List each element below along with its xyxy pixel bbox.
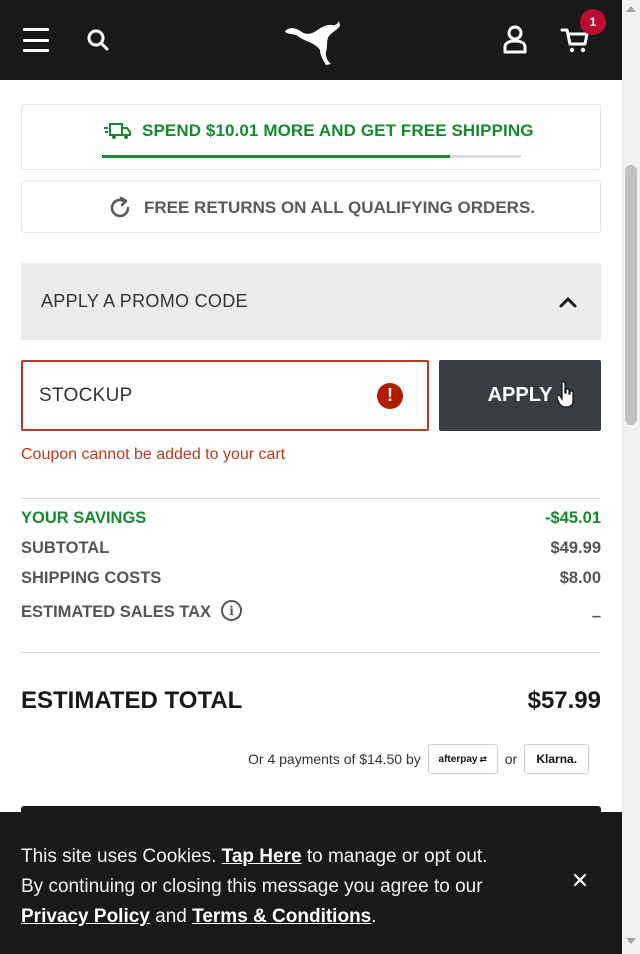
estimated-total-value: $57.99 [527, 687, 601, 714]
cookie-banner: This site uses Cookies. Tap Here to mana… [0, 812, 622, 954]
summary-divider-top [21, 498, 601, 499]
page-scrollbar[interactable] [622, 0, 640, 954]
afterpay-badge[interactable]: afterpay ⇄ [427, 744, 498, 774]
apply-promo-button[interactable]: APPLY [439, 360, 601, 431]
shipping-progress-fill [102, 155, 450, 158]
promo-error-message: Coupon cannot be added to your cart [21, 446, 286, 463]
scrollbar-thumb[interactable] [625, 165, 637, 425]
site-header [0, 0, 622, 80]
promo-code-title: APPLY A PROMO CODE [41, 291, 248, 311]
scroll-up-icon[interactable] [626, 6, 636, 12]
chevron-up-icon[interactable] [559, 296, 577, 308]
privacy-policy-link[interactable]: Privacy Policy [21, 906, 150, 927]
sales-tax-row: ESTIMATED SALES TAX i – [21, 599, 601, 626]
cookie-consent-text: By continuing or closing this message yo… [21, 876, 483, 897]
shipping-costs-row: SHIPPING COSTS $8.00 [21, 569, 601, 588]
estimated-total-label: ESTIMATED TOTAL [21, 687, 243, 714]
subtotal-row: SUBTOTAL $49.99 [21, 539, 601, 558]
cookie-text-prefix: This site uses Cookies. [21, 846, 222, 867]
cookie-message: This site uses Cookies. Tap Here to mana… [21, 842, 541, 932]
summary-divider-bottom [21, 652, 601, 653]
apply-button-label: APPLY [487, 384, 553, 406]
cookie-text-suffix: to manage or opt out. [301, 846, 488, 867]
scroll-down-icon[interactable] [626, 938, 636, 944]
free-shipping-banner: SPEND $10.01 MORE AND GET FREE SHIPPING [21, 104, 601, 170]
savings-row: YOUR SAVINGS -$45.01 [21, 509, 601, 528]
subtotal-value: $49.99 [550, 539, 601, 557]
sales-tax-value: – [591, 607, 601, 625]
savings-value: -$45.01 [545, 509, 601, 527]
installments-text: Or 4 payments of $14.50 by [248, 751, 421, 767]
hand-cursor-icon [557, 381, 574, 408]
shipping-progress-bar [102, 155, 521, 158]
terms-conditions-link[interactable]: Terms & Conditions [192, 906, 371, 927]
savings-label: YOUR SAVINGS [21, 509, 147, 527]
cookie-and-text: and [149, 906, 193, 927]
cart-count-badge: 1 [580, 9, 606, 35]
delivery-truck-icon [104, 123, 131, 139]
installments-row: Or 4 payments of $14.50 by afterpay ⇄ or … [248, 744, 590, 774]
error-icon: ! [377, 382, 403, 409]
shipping-costs-label: SHIPPING COSTS [21, 569, 162, 587]
refresh-icon [110, 196, 130, 218]
klarna-badge[interactable]: Klarna. [524, 744, 590, 774]
free-returns-banner: FREE RETURNS ON ALL QUALIFYING ORDERS. [21, 180, 601, 233]
promo-code-value[interactable]: STOCKUP [39, 385, 133, 407]
klarna-logo: Klarna. [536, 752, 578, 766]
free-returns-message: FREE RETURNS ON ALL QUALIFYING ORDERS. [144, 198, 536, 217]
installments-or: or [504, 751, 518, 767]
tap-here-link[interactable]: Tap Here [222, 846, 302, 867]
info-icon[interactable]: i [221, 600, 243, 621]
account-icon[interactable] [501, 24, 529, 54]
close-icon[interactable] [570, 870, 590, 890]
menu-icon[interactable] [22, 28, 50, 52]
sales-tax-label: ESTIMATED SALES TAX [21, 603, 212, 621]
subtotal-label: SUBTOTAL [21, 539, 110, 557]
shipping-costs-value: $8.00 [559, 569, 601, 587]
cookie-period: . [371, 906, 377, 927]
puma-logo[interactable] [282, 20, 342, 66]
promo-code-input[interactable]: STOCKUP ! [21, 360, 429, 431]
promo-code-toggle[interactable]: APPLY A PROMO CODE [21, 263, 601, 340]
free-shipping-message: SPEND $10.01 MORE AND GET FREE SHIPPING [142, 121, 534, 140]
estimated-total-row: ESTIMATED TOTAL $57.99 [21, 687, 601, 715]
search-icon[interactable] [86, 28, 110, 52]
afterpay-logo: afterpay [438, 753, 478, 765]
